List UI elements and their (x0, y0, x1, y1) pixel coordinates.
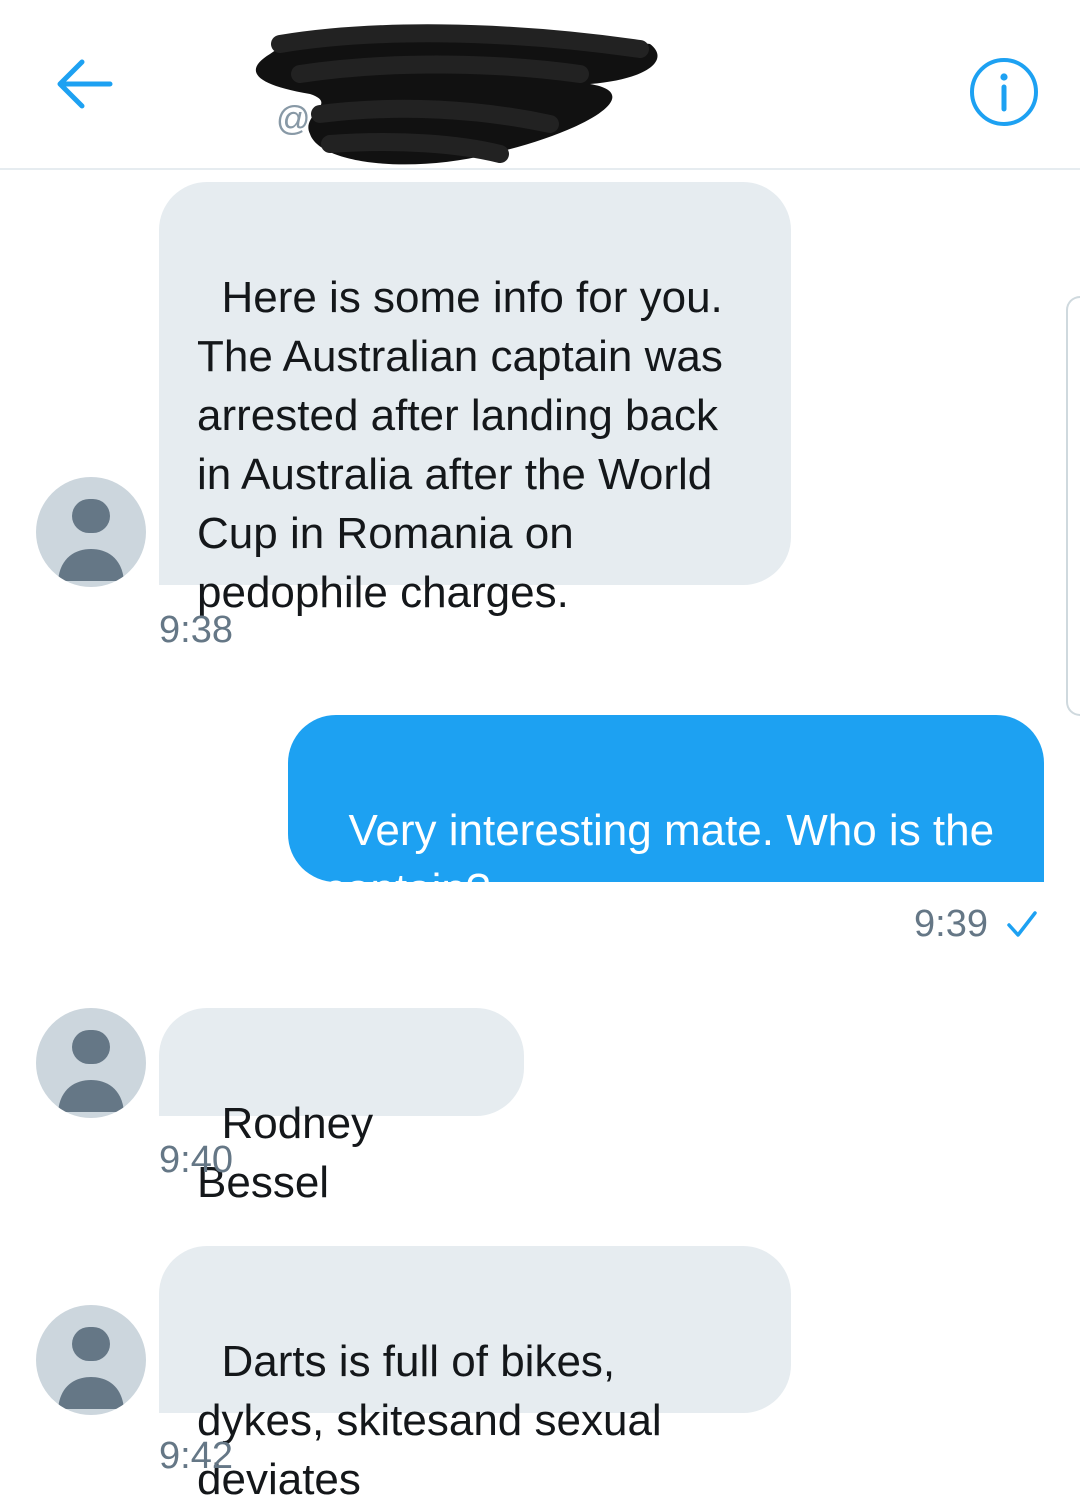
avatar[interactable] (36, 1305, 146, 1415)
info-icon (970, 58, 1038, 126)
conversation-header: @ (0, 0, 1080, 170)
avatar[interactable] (36, 477, 146, 587)
message-timestamp: 9:42 (159, 1435, 233, 1477)
message-bubble-received[interactable]: Rodney Bessel (159, 1008, 524, 1207)
message-bubble-received[interactable]: Darts is full of bikes, dykes, skitesand… (159, 1246, 791, 1504)
message-text: Very interesting mate. Who is the captai… (324, 806, 1007, 914)
default-avatar-icon (58, 1327, 124, 1409)
message-text: Here is some info for you. The Australia… (197, 273, 736, 617)
message-timestamp: 9:38 (159, 609, 233, 651)
default-avatar-icon (58, 1030, 124, 1112)
default-avatar-icon (58, 499, 124, 581)
avatar[interactable] (36, 1008, 146, 1118)
back-button[interactable] (52, 52, 116, 116)
redaction-scribble (255, 24, 658, 165)
message-timestamp: 9:39 (914, 903, 988, 945)
message-timestamp: 9:40 (159, 1139, 233, 1181)
message-text: Darts is full of bikes, dykes, skitesand… (197, 1337, 674, 1504)
checkmark-icon (1007, 911, 1037, 937)
message-bubble-sent[interactable]: Very interesting mate. Who is the captai… (288, 715, 1044, 914)
message-bubble-received[interactable]: Here is some info for you. The Australia… (159, 182, 791, 617)
scrollbar-thumb[interactable] (1066, 296, 1080, 716)
arrow-left-icon (57, 59, 113, 109)
info-button[interactable] (968, 56, 1040, 128)
